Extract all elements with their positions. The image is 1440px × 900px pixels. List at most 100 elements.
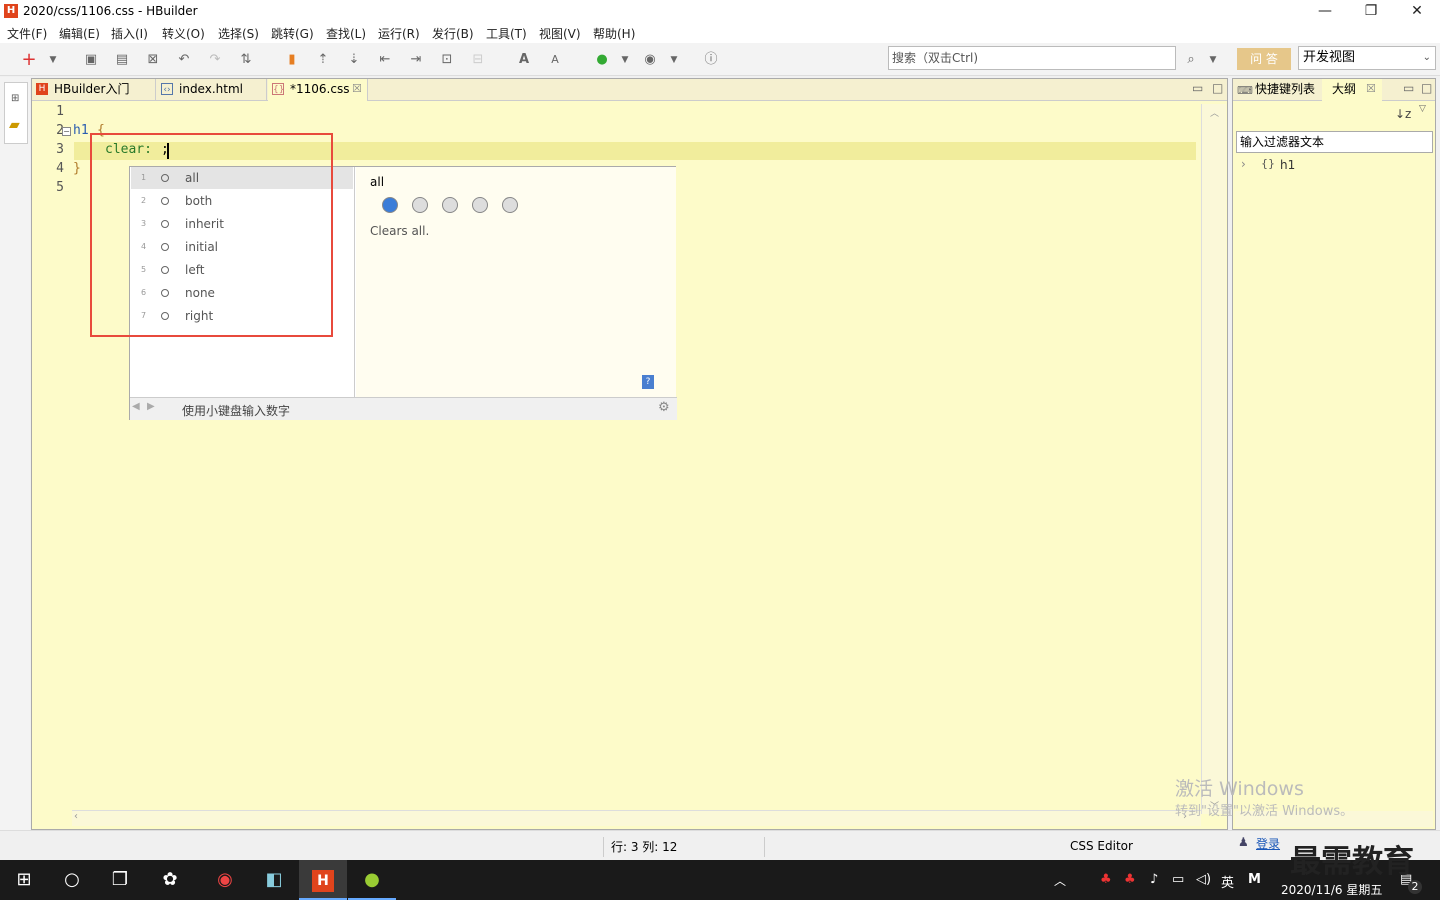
perspective-select[interactable]: 开发视图 ⌄ (1298, 46, 1436, 70)
save-all-icon[interactable]: ▤ (113, 51, 131, 69)
tray-expand-icon[interactable]: ︿ (1054, 872, 1066, 889)
vertical-scrollbar[interactable]: ︿ ﹀ (1201, 104, 1226, 814)
close-tab-icon[interactable]: ☒ (352, 79, 362, 99)
menu-run[interactable]: 运行(R) (378, 25, 420, 42)
horizontal-scrollbar[interactable]: ‹ › (72, 810, 1201, 826)
qa-button[interactable]: 问 答 (1237, 48, 1291, 70)
tab-outline[interactable]: 大纲 ☒ (1322, 79, 1382, 101)
menu-insert[interactable]: 插入(I) (111, 25, 148, 42)
menu-help[interactable]: 帮助(H) (593, 25, 635, 42)
prev-arrow-icon[interactable]: ◀ (132, 401, 140, 412)
fold-toggle-icon[interactable]: − (62, 127, 71, 136)
login-link[interactable]: 登录 (1256, 835, 1280, 852)
windows-start-icon[interactable]: ⊞ (0, 860, 48, 900)
menu-escape[interactable]: 转义(O) (162, 25, 205, 42)
notes-app-icon[interactable]: ◧ (250, 860, 298, 900)
next-arrow-icon[interactable]: ▶ (147, 401, 155, 412)
minimized-panel[interactable]: ⊞ ▰ (4, 82, 28, 144)
comment-icon[interactable]: ⊡ (438, 51, 456, 69)
maximize-panel-icon[interactable]: □ (1421, 81, 1432, 95)
hbuilder-taskbar-icon[interactable]: H (299, 860, 347, 900)
search-icon[interactable]: ⌕ (1182, 51, 1200, 69)
menu-find[interactable]: 查找(L) (326, 25, 366, 42)
green-app-icon[interactable]: ● (348, 860, 396, 900)
tab-1106-css[interactable]: {} *1106.css ☒ (268, 79, 368, 101)
scroll-left-icon[interactable]: ‹ (74, 811, 78, 822)
menu-tools[interactable]: 工具(T) (486, 25, 527, 42)
bookmark-icon[interactable]: ▮ (283, 51, 301, 69)
tab-hbuilder-intro[interactable]: H HBuilder入门 (32, 79, 156, 101)
menu-publish[interactable]: 发行(B) (432, 25, 474, 42)
restore-panel-icon[interactable]: ⊞ (11, 93, 19, 104)
maximize-editor-icon[interactable]: □ (1212, 81, 1223, 95)
css-rule-icon: {} (1261, 157, 1275, 170)
menu-bar: 文件(F) 编辑(E) 插入(I) 转义(O) 选择(S) 跳转(G) 查找(L… (0, 24, 1440, 43)
next-edit-icon[interactable]: ⇥ (407, 51, 425, 69)
ime-indicator[interactable]: 英 (1221, 872, 1234, 891)
tab-shortcut-list[interactable]: ⌨ 快捷键列表 (1233, 79, 1321, 101)
browser-dropdown-icon[interactable]: ▼ (665, 51, 683, 69)
redo-icon[interactable]: ↷ (206, 51, 224, 69)
undo-icon[interactable]: ↶ (175, 51, 193, 69)
network-icon[interactable]: ▭ (1172, 872, 1184, 887)
task-view-icon[interactable]: ❐ (96, 860, 144, 900)
search-circle-icon[interactable]: ○ (48, 860, 96, 900)
next-bookmark-icon[interactable]: ⇣ (345, 51, 363, 69)
filter-input[interactable]: 输入过滤器文本 (1236, 131, 1433, 153)
notification-count: 2 (1408, 880, 1422, 894)
menu-view[interactable]: 视图(V) (539, 25, 581, 42)
run-icon[interactable]: ● (593, 51, 611, 69)
browser-icon[interactable]: ◉ (641, 51, 659, 69)
scroll-up-icon[interactable]: ︿ (1210, 106, 1219, 119)
expand-chevron-icon[interactable]: › (1241, 157, 1246, 171)
notification-bell-icon[interactable]: ♪ (1150, 872, 1158, 887)
pinwheel-app-icon[interactable]: ✿ (146, 860, 194, 900)
project-folder-icon[interactable]: ▰ (9, 117, 20, 133)
css-file-icon: {} (272, 83, 285, 95)
format-icon[interactable]: ⇅ (237, 51, 255, 69)
menu-select[interactable]: 选择(S) (218, 25, 259, 42)
menu-edit[interactable]: 编辑(E) (59, 25, 100, 42)
font-decrease-icon[interactable]: A (546, 51, 564, 69)
close-file-icon[interactable]: ⊠ (144, 51, 162, 69)
settings-gear-icon[interactable]: ⚙ (658, 400, 670, 415)
minimize-editor-icon[interactable]: ▭ (1192, 81, 1203, 95)
prev-edit-icon[interactable]: ⇤ (376, 51, 394, 69)
view-menu-icon[interactable]: ▽ (1419, 104, 1426, 114)
menu-file[interactable]: 文件(F) (7, 25, 47, 42)
brand-logo-text: 最需教育 (1290, 844, 1414, 880)
qq-tray-icon-2[interactable]: ♣ (1124, 872, 1136, 887)
search-dropdown-icon[interactable]: ▼ (1204, 51, 1222, 69)
tray-date[interactable]: 2020/11/6 星期五 (1281, 881, 1382, 898)
new-plus-icon[interactable]: + (20, 51, 38, 69)
search-input[interactable]: 搜索（双击Ctrl) (888, 46, 1176, 70)
info-icon[interactable]: ⓘ (702, 51, 720, 69)
chrome-taskbar-icon[interactable]: ◉ (201, 860, 249, 900)
font-increase-icon[interactable]: A (515, 51, 533, 69)
new-dropdown-icon[interactable]: ▼ (44, 51, 62, 69)
outline-item[interactable]: h1 (1280, 158, 1295, 172)
restore-button[interactable]: ❐ (1348, 0, 1394, 24)
sort-az-icon[interactable]: ↓z (1395, 107, 1411, 121)
hbuilder-icon: H (312, 870, 334, 892)
qq-tray-icon[interactable]: ♣ (1100, 872, 1112, 887)
minimize-panel-icon[interactable]: ▭ (1403, 81, 1414, 95)
help-book-icon[interactable]: ? (642, 375, 654, 389)
volume-icon[interactable]: ◁) (1196, 872, 1211, 887)
close-tab-icon[interactable]: ☒ (1366, 79, 1376, 99)
title-bar: H 2020/css/1106.css - HBuilder — ❐ ✕ (0, 0, 1440, 24)
minimize-button[interactable]: — (1302, 0, 1348, 24)
save-icon[interactable]: ▣ (82, 51, 100, 69)
prev-bookmark-icon[interactable]: ⇡ (314, 51, 332, 69)
menu-goto[interactable]: 跳转(G) (271, 25, 314, 42)
chrome-browser-icon (412, 197, 428, 213)
doc-description: Clears all. (370, 224, 430, 238)
ime-mode-icon[interactable]: M (1248, 872, 1261, 887)
css-selector: h1 (73, 123, 89, 138)
tab-label: 大纲 (1332, 82, 1357, 96)
close-button[interactable]: ✕ (1394, 0, 1440, 24)
uncomment-icon[interactable]: ⊟ (469, 51, 487, 69)
tab-index-html[interactable]: ‹› index.html (157, 79, 267, 101)
user-icon: ♟ (1238, 835, 1249, 849)
run-dropdown-icon[interactable]: ▼ (616, 51, 634, 69)
